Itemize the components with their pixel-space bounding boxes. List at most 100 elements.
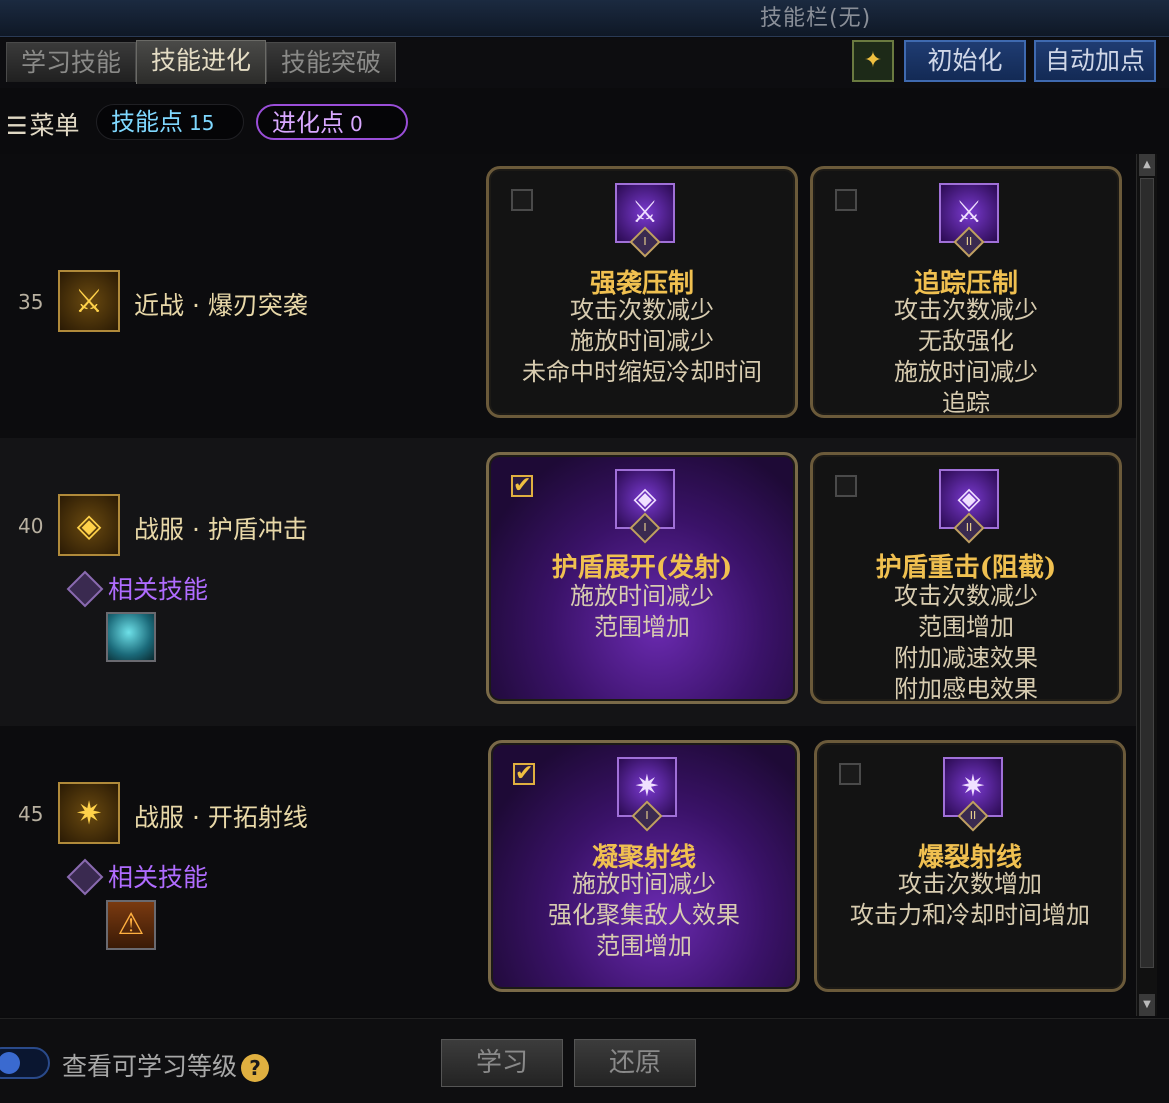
evolution-option-card[interactable]: ⚔ I 强袭压制 攻击次数减少 施放时间减少 未命中时缩短冷却时间 xyxy=(486,166,798,418)
option-checkbox[interactable] xyxy=(511,189,533,211)
evolution-option-card[interactable]: ✷ II 爆裂射线 攻击次数增加 攻击力和冷却时间增加 xyxy=(814,740,1126,992)
warning-icon[interactable]: ⚠ xyxy=(106,900,156,950)
related-skills-link[interactable]: 相关技能 xyxy=(66,570,209,608)
option-effects: 攻击次数减少 范围增加 附加减速效果 附加感电效果 xyxy=(813,581,1119,705)
level-toggle-text: 查看可学习等级? xyxy=(62,1047,270,1083)
effect-line: 无敌强化 xyxy=(918,327,1014,355)
scroll-up-icon[interactable]: ▲ xyxy=(1139,154,1155,176)
points-bar: ☰菜单 技能点 15 进化点 0 xyxy=(0,96,1169,152)
option-checkbox[interactable] xyxy=(839,763,861,785)
effect-line: 施放时间减少 xyxy=(570,327,714,355)
tier-badge: I xyxy=(631,800,663,832)
option-title: 护盾重击(阻截) xyxy=(875,553,1057,583)
scroll-thumb[interactable] xyxy=(1140,178,1154,968)
skill-points-label: 技能点 xyxy=(111,108,183,136)
hamburger-icon: ☰ xyxy=(6,112,28,140)
tier-badge: I xyxy=(629,226,661,258)
skill-row: 45 ✷ 战服 · 开拓射线 相关技能 ⚠ ✔ ✷ I 凝聚射线 施放时间减少 强… xyxy=(0,726,1136,1016)
evolution-skill-icon: ◈ II xyxy=(939,469,999,544)
effect-line: 施放时间减少 xyxy=(570,582,714,610)
evo-points-value: 0 xyxy=(350,112,363,136)
effect-line: 附加减速效果 xyxy=(894,644,1038,672)
initialize-button[interactable]: 初始化 xyxy=(904,40,1026,82)
skill-points-value: 15 xyxy=(189,111,215,135)
tab-learn-skills[interactable]: 学习技能 xyxy=(6,42,137,82)
option-checkbox[interactable] xyxy=(835,475,857,497)
skill-level: 35 xyxy=(18,290,44,314)
evolution-skill-icon: ✷ II xyxy=(943,757,1003,832)
option-effects: 攻击次数增加 攻击力和冷却时间增加 xyxy=(817,869,1123,931)
window-title: 技能栏(无) xyxy=(760,6,872,31)
menu-button[interactable]: ☰菜单 xyxy=(6,106,80,142)
skill-row: 40 ◈ 战服 · 护盾冲击 相关技能 ✔ ◈ I 护盾展开(发射) 施放时间减少… xyxy=(0,438,1136,726)
tier-badge: II xyxy=(953,226,985,258)
evo-points-label: 进化点 xyxy=(272,109,344,137)
bottom-bar: 查看可学习等级? 学习 还原 xyxy=(0,1018,1169,1103)
tier-badge: II xyxy=(957,800,989,832)
tier-badge: II xyxy=(953,512,985,544)
restore-button[interactable]: 还原 xyxy=(574,1039,696,1087)
level-toggle-label: 查看可学习等级 xyxy=(62,1052,238,1081)
title-bar: 技能栏(无) xyxy=(0,0,1169,37)
level-toggle[interactable] xyxy=(0,1047,50,1079)
scrollbar[interactable]: ▲ ▼ xyxy=(1136,154,1157,1016)
tier-diamond-icon xyxy=(66,858,104,896)
evolution-option-card[interactable]: ✔ ◈ I 护盾展开(发射) 施放时间减少 范围增加 xyxy=(486,452,798,704)
related-skills-label: 相关技能 xyxy=(108,863,209,892)
effect-line: 未命中时缩短冷却时间 xyxy=(522,358,762,386)
toggle-knob xyxy=(0,1052,20,1074)
effect-line: 攻击次数减少 xyxy=(570,296,714,324)
skill-name: 战服 · 开拓射线 xyxy=(134,803,308,832)
skill-bar-icon[interactable]: ✦ xyxy=(852,40,894,82)
evo-points-pill: 进化点 0 xyxy=(256,104,408,140)
skill-level: 45 xyxy=(18,802,44,826)
option-effects: 施放时间减少 范围增加 xyxy=(489,581,795,643)
option-effects: 攻击次数减少 施放时间减少 未命中时缩短冷却时间 xyxy=(489,295,795,388)
tier-diamond-icon xyxy=(66,570,104,608)
option-checkbox[interactable] xyxy=(835,189,857,211)
effect-line: 攻击力和冷却时间增加 xyxy=(850,901,1090,929)
effect-line: 追踪 xyxy=(942,389,990,417)
evolution-skill-icon: ◈ I xyxy=(615,469,675,544)
effect-line: 附加感电效果 xyxy=(894,675,1038,703)
evolution-skill-icon: ✷ I xyxy=(617,757,677,832)
energy-orb-icon[interactable] xyxy=(106,612,156,662)
learn-button[interactable]: 学习 xyxy=(441,1039,563,1087)
beam-cannon-icon[interactable]: ✷ xyxy=(58,782,120,844)
menu-label: 菜单 xyxy=(29,111,80,140)
evolution-option-card[interactable]: ✔ ✷ I 凝聚射线 施放时间减少 强化聚集敌人效果 范围增加 xyxy=(488,740,800,992)
tab-skill-evolution[interactable]: 技能进化 xyxy=(136,40,267,84)
help-icon[interactable]: ? xyxy=(241,1054,270,1082)
evolution-option-card[interactable]: ◈ II 护盾重击(阻截) 攻击次数减少 范围增加 附加减速效果 附加感电效果 xyxy=(810,452,1122,704)
effect-line: 强化聚集敌人效果 xyxy=(548,901,740,929)
tab-bar: 学习技能 技能进化 技能突破 ✦ 初始化 自动加点 xyxy=(0,38,1169,88)
evolution-skill-icon: ⚔ I xyxy=(615,183,675,258)
blade-rush-icon[interactable]: ⚔ xyxy=(58,270,120,332)
evolution-skill-icon: ⚔ II xyxy=(939,183,999,258)
option-effects: 施放时间减少 强化聚集敌人效果 范围增加 xyxy=(491,869,797,962)
shield-icon[interactable]: ◈ xyxy=(58,494,120,556)
effect-line: 施放时间减少 xyxy=(572,870,716,898)
tier-badge: I xyxy=(629,512,661,544)
related-skills-link[interactable]: 相关技能 xyxy=(66,858,209,896)
effect-line: 攻击次数减少 xyxy=(894,296,1038,324)
tab-skill-breakthrough[interactable]: 技能突破 xyxy=(266,42,397,82)
auto-assign-button[interactable]: 自动加点 xyxy=(1034,40,1156,82)
scroll-down-icon[interactable]: ▼ xyxy=(1139,994,1155,1016)
skill-row: 35 ⚔ 近战 · 爆刃突袭 ⚔ I 强袭压制 攻击次数减少 施放时间减少 未命中… xyxy=(0,154,1136,438)
effect-line: 攻击次数减少 xyxy=(894,582,1038,610)
option-checkbox[interactable]: ✔ xyxy=(513,763,535,785)
skill-points-pill: 技能点 15 xyxy=(96,104,244,140)
effect-line: 施放时间减少 xyxy=(894,358,1038,386)
effect-line: 范围增加 xyxy=(596,932,692,960)
effect-line: 范围增加 xyxy=(918,613,1014,641)
effect-line: 攻击次数增加 xyxy=(898,870,1042,898)
skill-level: 40 xyxy=(18,514,44,538)
evolution-option-card[interactable]: ⚔ II 追踪压制 攻击次数减少 无敌强化 施放时间减少 追踪 xyxy=(810,166,1122,418)
related-skills-label: 相关技能 xyxy=(108,575,209,604)
option-title: 护盾展开(发射) xyxy=(551,553,733,583)
option-checkbox[interactable]: ✔ xyxy=(511,475,533,497)
skill-name: 近战 · 爆刃突袭 xyxy=(134,291,308,320)
option-effects: 攻击次数减少 无敌强化 施放时间减少 追踪 xyxy=(813,295,1119,419)
skill-name: 战服 · 护盾冲击 xyxy=(134,515,308,544)
